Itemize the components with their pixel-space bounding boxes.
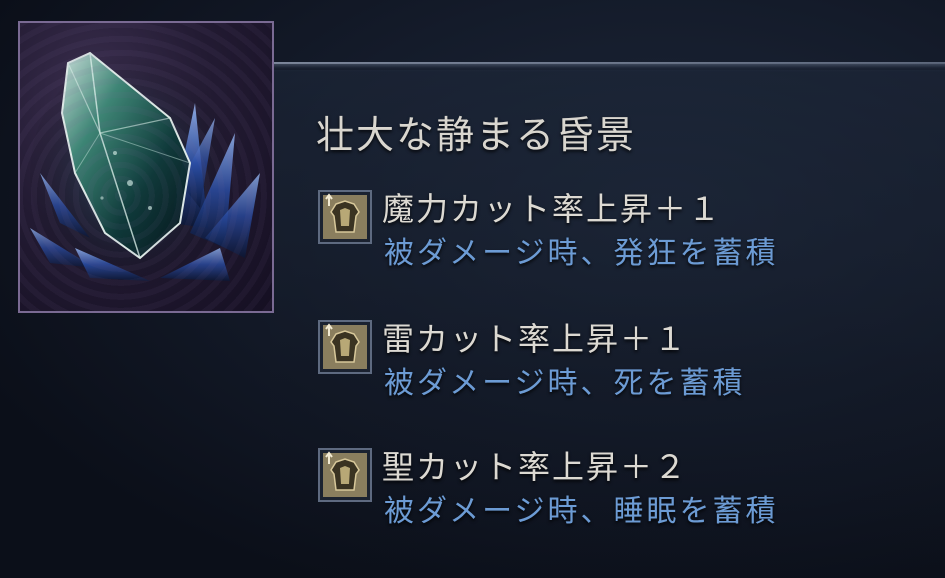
- effect-row: 雷カット率上昇＋１ 被ダメージ時、死を蓄積: [318, 314, 918, 410]
- armor-up-icon: [318, 320, 372, 374]
- item-image-frame: [18, 21, 274, 313]
- crystal-shard-icon: [30, 51, 260, 293]
- armor-up-icon: [318, 448, 372, 502]
- effect-main-text: 聖カット率上昇＋２: [382, 448, 689, 486]
- effect-main-text: 雷カット率上昇＋１: [382, 320, 689, 358]
- effect-sub-text: 被ダメージ時、死を蓄積: [384, 366, 746, 401]
- effect-main-text: 魔力カット率上昇＋１: [382, 190, 723, 228]
- item-name: 壮大な静まる昏景: [316, 113, 637, 157]
- effect-sub-text: 被ダメージ時、発狂を蓄積: [384, 236, 779, 271]
- panel-header-band: [270, 62, 945, 72]
- effect-row: 魔力カット率上昇＋１ 被ダメージ時、発狂を蓄積: [318, 184, 918, 280]
- armor-up-icon: [318, 190, 372, 244]
- effect-row: 聖カット率上昇＋２ 被ダメージ時、睡眠を蓄積: [318, 442, 918, 538]
- effect-sub-text: 被ダメージ時、睡眠を蓄積: [384, 494, 779, 529]
